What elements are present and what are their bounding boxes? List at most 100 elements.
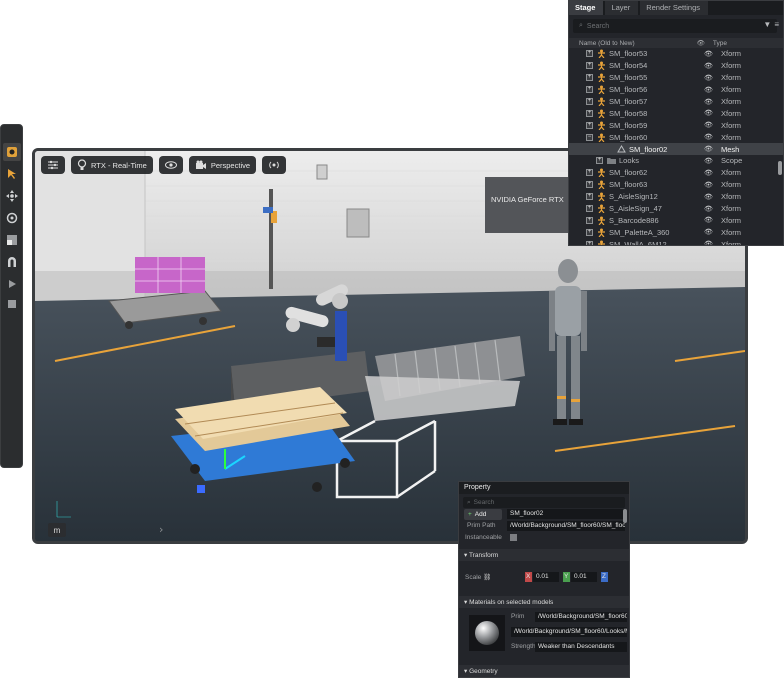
expand-icon[interactable]: + — [586, 50, 593, 58]
stage-row[interactable]: + SM_PaletteA_360 👁 Xform — [569, 226, 783, 238]
expand-icon[interactable]: + — [586, 121, 593, 129]
tab-render-settings[interactable]: Render Settings — [640, 1, 708, 15]
stage-search-input[interactable]: ⌕ Search ▼ ≡ — [573, 19, 779, 33]
visibility-eye-icon[interactable]: 👁 — [704, 169, 713, 177]
expand-icon[interactable]: + — [586, 98, 593, 105]
visibility-eye-icon[interactable]: 👁 — [704, 98, 713, 106]
visibility-eye-icon[interactable]: 👁 — [704, 228, 713, 236]
visibility-eye-icon[interactable]: 👁 — [704, 86, 713, 94]
stage-row[interactable]: SM_floor02 👁 Mesh — [569, 143, 783, 156]
visibility-eye-icon[interactable]: 👁 — [704, 216, 713, 224]
collapse-icon[interactable]: − — [586, 133, 593, 141]
material-prim-field[interactable]: /World/Background/SM_floor60 — [535, 612, 627, 622]
visibility-eye-icon[interactable]: 👁 — [704, 50, 713, 58]
expand-icon[interactable]: + — [586, 240, 593, 245]
rotate-tool-button[interactable] — [3, 209, 21, 227]
expand-icon[interactable]: + — [586, 216, 593, 224]
stage-row[interactable]: + SM_floor56 👁 Xform — [569, 84, 783, 96]
stage-row-name: SM_floor53 — [609, 49, 648, 59]
camera-selector[interactable]: Perspective — [188, 156, 257, 174]
tab-property[interactable]: Property — [459, 482, 629, 494]
geometry-section-header[interactable]: ▾ Geometry — [459, 665, 629, 677]
stage-row-name: SM_floor54 — [609, 61, 648, 71]
stage-row[interactable]: + SM_floor55 👁 Xform — [569, 72, 783, 84]
prim-path-field[interactable]: /World/Background/SM_floor60/SM_floor — [507, 521, 625, 531]
expand-icon[interactable]: + — [586, 205, 593, 213]
scale-x-field[interactable]: 0.01 — [533, 572, 559, 582]
link-icon[interactable]: ⛓ — [483, 573, 491, 581]
stage-row[interactable]: + S_AisleSign_47 👁 Xform — [569, 203, 783, 215]
settings-button[interactable] — [41, 156, 65, 174]
stage-row[interactable]: + SM_floor53 👁 Xform — [569, 48, 783, 60]
stage-row[interactable]: + SM_floor62 👁 Xform — [569, 167, 783, 179]
tab-stage[interactable]: Stage — [569, 1, 604, 15]
stage-row[interactable]: + S_Barcode886 👁 Xform — [569, 214, 783, 226]
expand-icon[interactable]: + — [586, 169, 593, 177]
column-visibility-icon[interactable]: 👁 — [697, 39, 705, 47]
visibility-eye-icon[interactable]: 👁 — [704, 145, 713, 153]
snap-tool-button[interactable] — [3, 253, 21, 271]
scale-tool-button[interactable] — [3, 231, 21, 249]
visibility-eye-icon[interactable]: 👁 — [704, 109, 713, 117]
stage-row[interactable]: + SM_floor59 👁 Xform — [569, 119, 783, 131]
visibility-eye-icon[interactable]: 👁 — [704, 181, 713, 189]
stage-panel: Stage Layer Render Settings ⌕ Search ▼ ≡… — [568, 0, 784, 246]
materials-section-header[interactable]: ▾ Materials on selected models — [459, 596, 629, 608]
arrow-cursor-button[interactable] — [3, 165, 21, 183]
stage-row[interactable]: + S_AisleSign12 👁 Xform — [569, 191, 783, 203]
property-scrollbar[interactable] — [623, 509, 627, 523]
stage-row[interactable]: + SM_WallA_6M12 👁 Xform — [569, 238, 783, 245]
stop-button[interactable] — [3, 295, 21, 313]
prim-path-label: Prim Path — [467, 522, 496, 529]
expand-icon[interactable]: + — [586, 228, 593, 236]
stage-search-tools: ▼ ≡ — [763, 20, 779, 29]
expand-icon[interactable]: + — [586, 74, 593, 82]
stage-row[interactable]: + SM_floor63 👁 Xform — [569, 179, 783, 191]
strength-dropdown[interactable]: Weaker than Descendants — [535, 642, 627, 652]
expand-icon[interactable]: + — [586, 193, 593, 201]
renderer-selector[interactable]: RTX - Real-Time — [71, 156, 153, 174]
select-tool-button[interactable] — [3, 143, 21, 161]
visibility-eye-icon[interactable]: 👁 — [704, 205, 713, 213]
prim-name-field[interactable]: SM_floor02 — [507, 509, 625, 519]
add-button[interactable]: + Add — [464, 509, 502, 520]
expand-icon[interactable]: + — [596, 157, 603, 165]
tab-layer[interactable]: Layer — [605, 1, 639, 15]
scale-y-field[interactable]: 0.01 — [571, 572, 597, 582]
instanceable-checkbox[interactable] — [510, 534, 517, 541]
stage-row[interactable]: + SM_floor57 👁 Xform — [569, 96, 783, 108]
expand-icon[interactable]: + — [586, 109, 593, 117]
stage-row-type: Xform — [721, 49, 742, 59]
stage-scrollbar[interactable] — [778, 161, 782, 175]
play-button[interactable] — [3, 275, 21, 293]
expand-icon[interactable]: + — [586, 86, 593, 94]
visibility-eye-icon[interactable]: 👁 — [704, 157, 713, 165]
column-type[interactable]: Type — [713, 40, 727, 47]
material-thumbnail[interactable] — [469, 615, 505, 651]
expand-icon[interactable]: + — [586, 181, 593, 189]
stage-row[interactable]: − SM_floor60 👁 Xform — [569, 131, 783, 143]
audio-button[interactable] — [262, 156, 287, 174]
column-name[interactable]: Name (Old to New) — [579, 40, 635, 47]
viewport-badge[interactable]: m — [48, 523, 66, 537]
stage-row[interactable]: + SM_floor54 👁 Xform — [569, 60, 783, 72]
chevron-right-icon[interactable]: › — [159, 523, 163, 536]
expand-icon[interactable]: + — [586, 62, 593, 70]
visibility-eye-icon[interactable]: 👁 — [704, 121, 713, 129]
transform-section-header[interactable]: ▾ Transform — [459, 549, 629, 561]
filter-icon[interactable]: ▼ — [763, 20, 771, 29]
visibility-eye-icon[interactable]: 👁 — [704, 62, 713, 70]
transform-section-title: Transform — [468, 552, 499, 559]
stage-row-name: SM_floor59 — [609, 120, 648, 130]
property-search-input[interactable]: ⌕ Search — [463, 497, 625, 508]
material-path-field[interactable]: /World/Background/SM_floor60/Looks/M — [511, 627, 627, 637]
move-tool-button[interactable] — [3, 187, 21, 205]
visibility-button[interactable] — [158, 156, 183, 174]
visibility-eye-icon[interactable]: 👁 — [704, 240, 713, 245]
visibility-eye-icon[interactable]: 👁 — [704, 133, 713, 141]
stage-row[interactable]: + SM_floor58 👁 Xform — [569, 107, 783, 119]
stage-row[interactable]: + Looks 👁 Scope — [569, 155, 783, 167]
menu-icon[interactable]: ≡ — [774, 20, 779, 29]
visibility-eye-icon[interactable]: 👁 — [704, 74, 713, 82]
visibility-eye-icon[interactable]: 👁 — [704, 193, 713, 201]
